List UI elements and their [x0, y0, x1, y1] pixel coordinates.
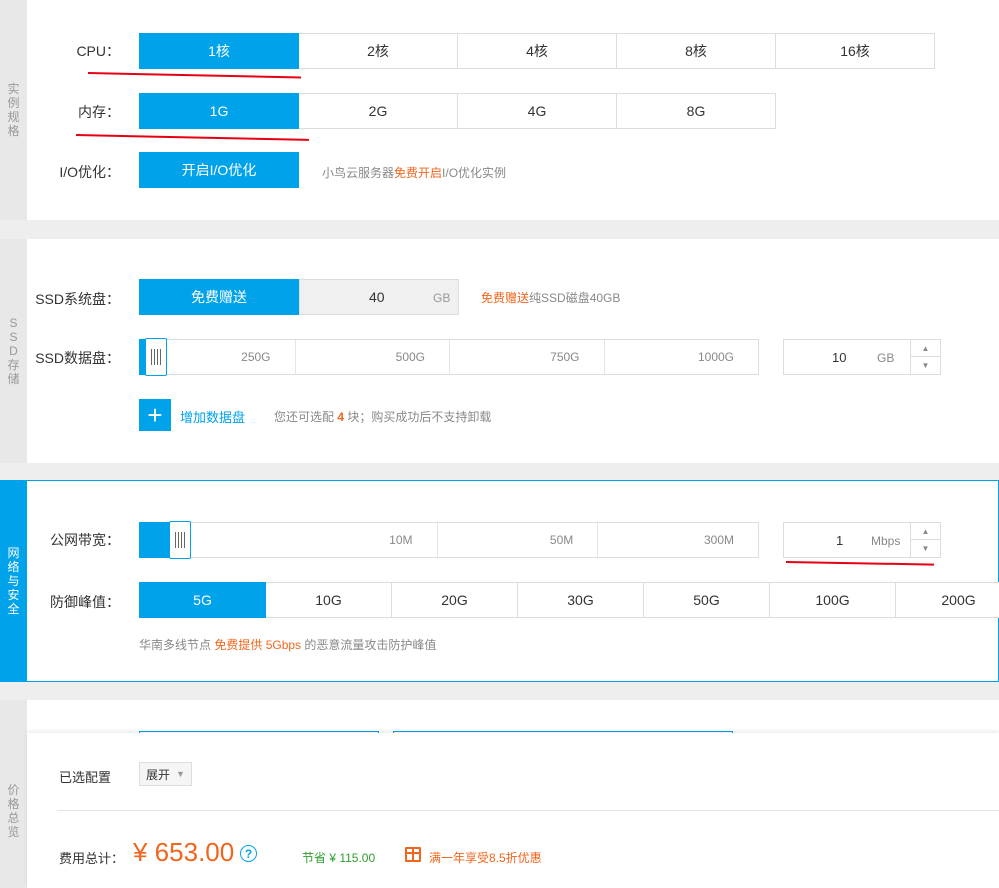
network-section: 网络与安全 公网带宽： 10M 50M 300M 1 Mbps ▲ ▼ 防御峰值…: [0, 480, 999, 682]
price-panel: 已选配置 展开 ▼ 费用总计： ¥ 653.00 ? 节省 ¥ 115.00 满…: [27, 733, 999, 888]
promo-text: 满一年享受8.5折优惠: [429, 851, 542, 865]
instance-panel: CPU： 1核 2核 4核 8核 16核 内存： 1G 2G 4G 8G I/O…: [27, 0, 999, 220]
system-disk-size-unit: GB: [433, 291, 451, 305]
io-options: 开启I/O优化: [139, 152, 299, 188]
data-disk-input-value: 10: [832, 350, 847, 365]
cpu-option-2[interactable]: 2核: [298, 33, 458, 69]
help-icon[interactable]: ?: [240, 845, 257, 862]
bandwidth-tick: 50M: [436, 523, 598, 557]
stepper-up-icon[interactable]: ▲: [911, 523, 940, 540]
price-divider: [57, 810, 999, 811]
system-disk-free-button[interactable]: 免费赠送: [139, 279, 299, 315]
total-price: ¥ 653.00: [133, 837, 235, 867]
bandwidth-input-unit: Mbps: [871, 534, 901, 548]
add-disk-link[interactable]: 增加数据盘: [180, 407, 245, 426]
defense-option-200g[interactable]: 200G: [895, 582, 999, 618]
side-tab-network[interactable]: 网络与安全: [0, 480, 27, 682]
defense-option-100g[interactable]: 100G: [769, 582, 896, 618]
memory-label: 内存：: [78, 104, 120, 120]
io-label: I/O优化：: [59, 164, 120, 180]
memory-option-1g[interactable]: 1G: [139, 93, 299, 129]
data-disk-input-unit: GB: [877, 351, 895, 365]
data-disk-slider-handle[interactable]: [145, 338, 167, 376]
expand-dropdown[interactable]: 展开 ▼: [139, 762, 192, 786]
cpu-label: CPU：: [76, 43, 120, 59]
add-disk-hint: 您还可选配 4 块；购买成功后不支持卸载: [274, 410, 492, 424]
stepper-down-icon[interactable]: ▼: [911, 540, 940, 557]
defense-hint: 华南多线节点 免费提供 5Gbps 的恶意流量攻击防护峰值: [139, 638, 437, 652]
data-disk-tick: 1000G: [603, 340, 759, 374]
bandwidth-slider-handle[interactable]: [169, 521, 191, 559]
bandwidth-label: 公网带宽：: [50, 532, 120, 548]
defense-option-5g[interactable]: 5G: [139, 582, 266, 618]
system-disk: 免费赠送 40 GB: [139, 279, 459, 315]
io-optimize-button[interactable]: 开启I/O优化: [139, 152, 299, 188]
data-disk-tick: 750G: [449, 340, 604, 374]
bandwidth-input-value: 1: [836, 533, 844, 548]
add-disk-icon[interactable]: +: [139, 399, 171, 431]
cpu-options: 1核 2核 4核 8核 16核: [139, 33, 935, 69]
system-disk-label: SSD系统盘：: [35, 291, 120, 307]
data-disk-stepper: ▲ ▼: [910, 340, 940, 374]
expand-dropdown-label: 展开: [146, 767, 171, 782]
defense-option-30g[interactable]: 30G: [517, 582, 644, 618]
side-tab-price[interactable]: 价格总览: [0, 733, 27, 888]
total-label: 费用总计：: [59, 851, 125, 866]
gift-icon: [405, 847, 421, 862]
defense-option-20g[interactable]: 20G: [391, 582, 518, 618]
defense-option-10g[interactable]: 10G: [265, 582, 392, 618]
saving-text: 节省 ¥ 115.00: [302, 851, 376, 865]
bandwidth-stepper: ▲ ▼: [910, 523, 940, 557]
system-disk-hint: 免费赠送纯SSD磁盘40GB: [481, 291, 621, 305]
network-panel: 公网带宽： 10M 50M 300M 1 Mbps ▲ ▼ 防御峰值： 5G 1…: [27, 480, 999, 682]
data-disk-tick: 500G: [294, 340, 450, 374]
bandwidth-slider[interactable]: 10M 50M 300M: [139, 521, 759, 559]
cpu-option-1[interactable]: 1核: [139, 33, 299, 69]
defense-options: 5G 10G 20G 30G 50G 100G 200G: [139, 582, 999, 618]
cpu-option-16[interactable]: 16核: [775, 33, 935, 69]
price-section: 价格总览 已选配置 展开 ▼ 费用总计： ¥ 653.00 ? 节省 ¥ 115…: [0, 733, 999, 888]
storage-panel: SSD系统盘： 免费赠送 40 GB 免费赠送纯SSD磁盘40GB SSD数据盘…: [27, 239, 999, 463]
data-disk-label: SSD数据盘：: [35, 350, 120, 366]
bandwidth-input[interactable]: 1 Mbps ▲ ▼: [783, 522, 941, 558]
io-hint: 小鸟云服务器免费开启I/O优化实例: [322, 166, 507, 180]
memory-option-8g[interactable]: 8G: [616, 93, 776, 129]
system-disk-size: 40 GB: [299, 279, 459, 315]
memory-option-4g[interactable]: 4G: [457, 93, 617, 129]
cpu-option-4[interactable]: 4核: [457, 33, 617, 69]
stepper-up-icon[interactable]: ▲: [911, 340, 940, 357]
chevron-down-icon: ▼: [176, 769, 185, 779]
bandwidth-tick: 300M: [597, 523, 758, 557]
defense-option-50g[interactable]: 50G: [643, 582, 770, 618]
memory-option-2g[interactable]: 2G: [298, 93, 458, 129]
instance-section: 实例规格 CPU： 1核 2核 4核 8核 16核 内存： 1G 2G 4G 8…: [0, 0, 999, 220]
storage-section: SSD存储 SSD系统盘： 免费赠送 40 GB 免费赠送纯SSD磁盘40GB …: [0, 239, 999, 463]
data-disk-slider[interactable]: 250G 500G 750G 1000G: [139, 338, 759, 376]
data-disk-input[interactable]: 10 GB ▲ ▼: [783, 339, 941, 375]
system-disk-size-value: 40: [369, 289, 385, 305]
memory-options: 1G 2G 4G 8G: [139, 93, 776, 129]
defense-label: 防御峰值：: [50, 594, 120, 610]
stepper-down-icon[interactable]: ▼: [911, 357, 940, 374]
cpu-option-8[interactable]: 8核: [616, 33, 776, 69]
selected-config-label: 已选配置: [59, 770, 112, 785]
